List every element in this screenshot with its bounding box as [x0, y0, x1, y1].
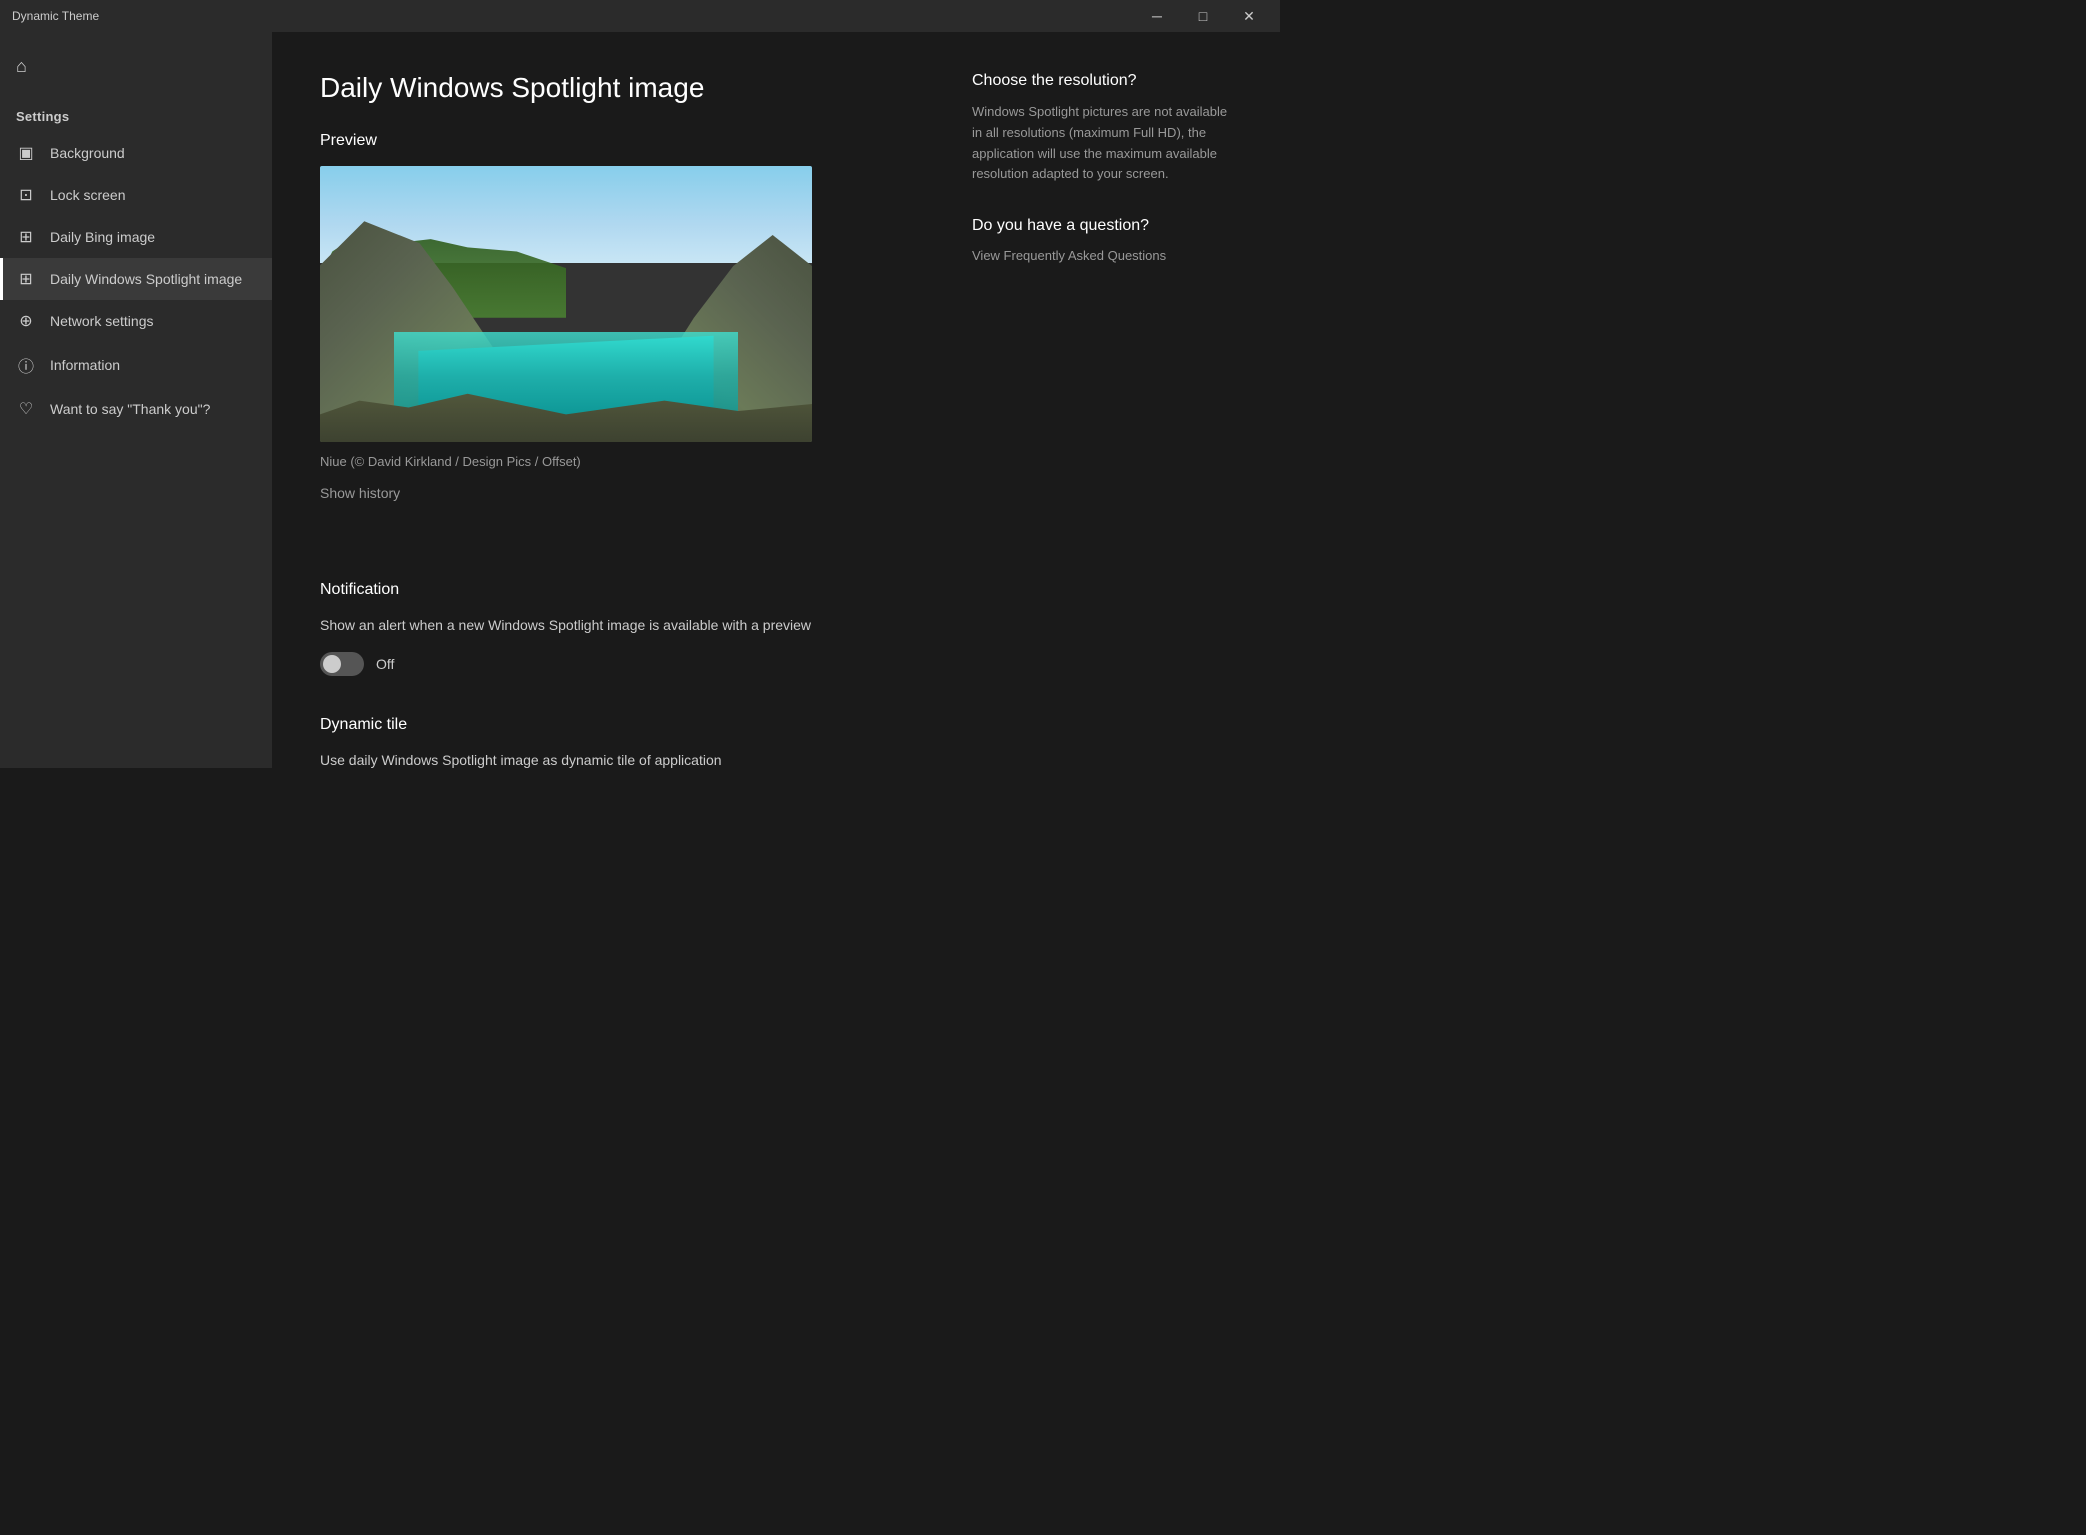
resolution-description: Windows Spotlight pictures are not avail… [972, 102, 1232, 185]
notification-toggle-row: Off [320, 652, 912, 676]
sidebar-item-daily-spotlight[interactable]: ⊞ Daily Windows Spotlight image [0, 258, 272, 300]
sidebar-item-label: Network settings [50, 313, 153, 329]
sidebar-item-label: Daily Windows Spotlight image [50, 271, 242, 287]
maximize-button[interactable]: □ [1180, 0, 1226, 32]
sidebar-item-label: Background [50, 145, 125, 161]
content-right: Choose the resolution? Windows Spotlight… [972, 72, 1232, 728]
dynamic-tile-section-title: Dynamic tile [320, 716, 912, 734]
notification-toggle-label: Off [376, 656, 394, 672]
sidebar-settings-heading: Settings [0, 89, 272, 132]
faq-title: Do you have a question? [972, 217, 1232, 235]
toggle-knob [323, 655, 341, 673]
notification-section: Notification Show an alert when a new Wi… [320, 581, 912, 676]
preview-section-title: Preview [320, 132, 912, 150]
network-icon: ⊕ [16, 311, 36, 331]
sidebar-item-label: Daily Bing image [50, 229, 155, 245]
sidebar-home-button[interactable]: ⌂ [0, 44, 272, 89]
resolution-title: Choose the resolution? [972, 72, 1232, 90]
show-history-link[interactable]: Show history [320, 485, 400, 501]
information-icon: ⓘ [16, 353, 36, 377]
page-title: Daily Windows Spotlight image [320, 72, 912, 104]
dynamic-tile-section: Dynamic tile Use daily Windows Spotlight… [320, 716, 912, 768]
home-icon: ⌂ [16, 56, 27, 77]
preview-section: Preview Niue (© David Kirkland / Design … [320, 132, 912, 541]
title-bar: Dynamic Theme ─ □ ✕ [0, 0, 1280, 32]
preview-image [320, 166, 812, 442]
sidebar-item-label: Information [50, 357, 120, 373]
app-body: ⌂ Settings ▣ Background ⊡ Lock screen ⊞ … [0, 32, 1280, 768]
spotlight-icon: ⊞ [16, 269, 36, 289]
sidebar-item-label: Want to say "Thank you"? [50, 401, 210, 417]
preview-image-container [320, 166, 812, 442]
window-controls: ─ □ ✕ [1134, 0, 1272, 32]
lock-screen-icon: ⊡ [16, 185, 36, 205]
minimize-button[interactable]: ─ [1134, 0, 1180, 32]
app-title: Dynamic Theme [12, 9, 99, 23]
sidebar-item-background[interactable]: ▣ Background [0, 132, 272, 174]
background-icon: ▣ [16, 143, 36, 163]
thank-you-icon: ♡ [16, 399, 36, 419]
sidebar-item-daily-bing[interactable]: ⊞ Daily Bing image [0, 216, 272, 258]
notification-description: Show an alert when a new Windows Spotlig… [320, 615, 912, 636]
sidebar-item-lock-screen[interactable]: ⊡ Lock screen [0, 174, 272, 216]
sidebar: ⌂ Settings ▣ Background ⊡ Lock screen ⊞ … [0, 32, 272, 768]
sidebar-item-label: Lock screen [50, 187, 125, 203]
faq-link[interactable]: View Frequently Asked Questions [972, 248, 1166, 263]
close-button[interactable]: ✕ [1226, 0, 1272, 32]
notification-section-title: Notification [320, 581, 912, 599]
dynamic-tile-description: Use daily Windows Spotlight image as dyn… [320, 750, 912, 768]
content-left: Daily Windows Spotlight image Preview [320, 72, 912, 728]
sidebar-item-network-settings[interactable]: ⊕ Network settings [0, 300, 272, 342]
bing-icon: ⊞ [16, 227, 36, 247]
sidebar-item-thank-you[interactable]: ♡ Want to say "Thank you"? [0, 388, 272, 430]
main-content: Daily Windows Spotlight image Preview [272, 32, 1280, 768]
image-caption: Niue (© David Kirkland / Design Pics / O… [320, 454, 912, 469]
notification-toggle[interactable] [320, 652, 364, 676]
sidebar-item-information[interactable]: ⓘ Information [0, 342, 272, 388]
